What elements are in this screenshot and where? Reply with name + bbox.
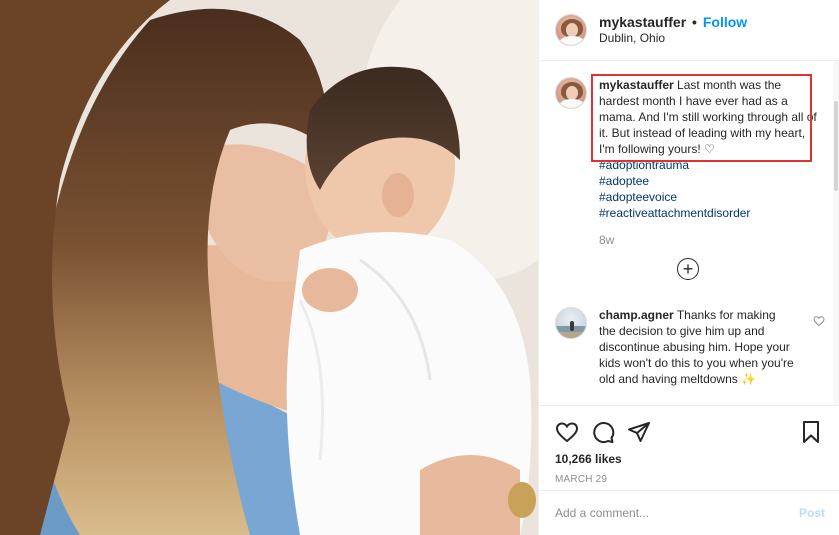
follow-button[interactable]: Follow [703,14,747,30]
post-sidebar: mykastauffer • Follow Dublin, Ohio mykas… [538,0,839,535]
author-avatar[interactable] [555,14,587,46]
author-username[interactable]: mykastauffer [599,14,686,30]
like-heart-icon[interactable] [555,420,579,444]
caption-avatar[interactable] [555,77,587,109]
like-comment-heart-icon[interactable] [813,315,825,327]
commenter-avatar[interactable] [555,307,587,339]
post-header: mykastauffer • Follow Dublin, Ohio [539,0,839,61]
photo-illustration [0,0,538,535]
post-caption: mykastauffer Last month was the hardest … [555,77,831,248]
hashtag-list: #adoptiontrauma #adoptee #adopteevoice #… [599,157,817,221]
comment-bubble-icon[interactable] [591,420,615,444]
commenter-username[interactable]: champ.agner [599,308,674,322]
hashtag-link[interactable]: #adoptee [599,173,817,189]
post-comment-button[interactable]: Post [799,506,825,520]
post-date[interactable]: MARCH 29 [555,474,823,485]
caption-age[interactable]: 8w [599,232,817,248]
post-photo[interactable] [0,0,538,535]
save-bookmark-icon[interactable] [799,420,823,444]
caption-username[interactable]: mykastauffer [599,78,674,92]
like-count[interactable]: 10,266 likes [555,452,823,466]
separator-dot: • [692,14,697,30]
share-paper-plane-icon[interactable] [627,420,651,444]
post-actions: 10,266 likes MARCH 29 [539,405,839,485]
comment-input[interactable] [555,506,799,520]
plus-icon: + [682,259,694,279]
comments-scrollbar[interactable] [833,61,839,405]
hashtag-link[interactable]: #reactiveattachmentdisorder [599,205,817,221]
hashtag-link[interactable]: #adoptiontrauma [599,157,817,173]
load-more-comments-button[interactable]: + [677,258,699,280]
hashtag-link[interactable]: #adopteevoice [599,189,817,205]
post-location[interactable]: Dublin, Ohio [599,30,747,46]
comments-section: mykastauffer Last month was the hardest … [539,61,839,405]
comment-composer: Post [539,490,839,535]
comment-item: champ.agner Thanks for making the decisi… [555,307,831,387]
